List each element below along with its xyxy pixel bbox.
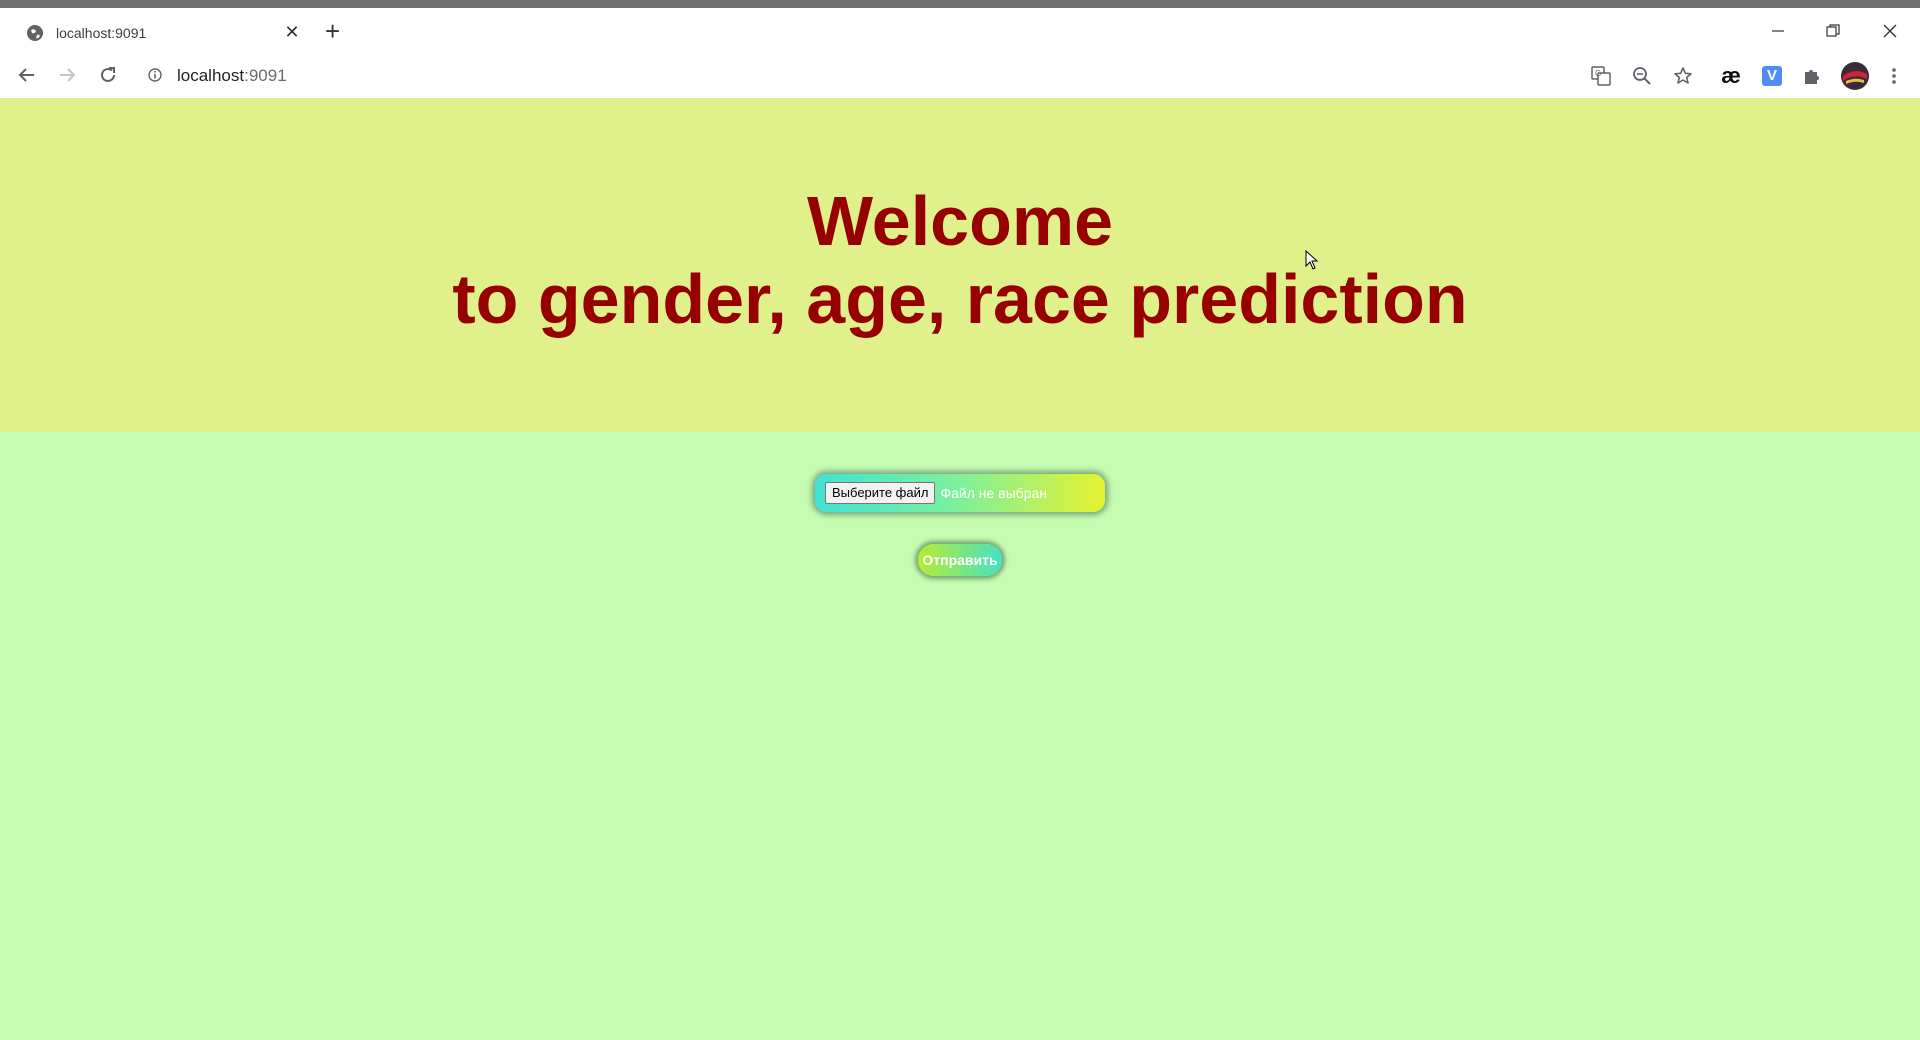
choose-file-button[interactable]: Выберите файл (825, 482, 936, 504)
reload-icon (101, 67, 115, 82)
mouse-cursor-icon (1305, 250, 1319, 270)
tab-bar: localhost:9091 ✕ + (0, 8, 1920, 53)
v-extension-icon[interactable]: V (1760, 64, 1784, 88)
reload-button[interactable] (94, 63, 122, 87)
restore-window-button[interactable] (1813, 16, 1853, 46)
title-line-2: to gender, age, race prediction (452, 260, 1468, 338)
site-info-icon[interactable] (148, 68, 162, 82)
globe-icon (27, 24, 43, 41)
title-line-1: Welcome (806, 182, 1114, 260)
upload-section: Выберите файл Файл не выбран Отправить (0, 432, 1920, 1040)
file-status-text: Файл не выбран (940, 485, 1048, 501)
profile-avatar[interactable] (1840, 61, 1870, 91)
v-extension-badge: V (1762, 66, 1782, 86)
menu-kebab-icon[interactable] (1882, 64, 1906, 88)
url-port: :9091 (244, 66, 287, 85)
back-arrow-icon (18, 68, 34, 82)
tab-close-icon[interactable]: ✕ (280, 22, 304, 43)
tab-title: localhost:9091 (56, 24, 147, 41)
ae-extension-icon[interactable]: æ (1719, 63, 1743, 88)
file-input[interactable]: Выберите файл Файл не выбран (815, 474, 1105, 512)
zoom-icon[interactable] (1630, 64, 1654, 88)
new-tab-button[interactable]: + (325, 18, 340, 44)
browser-tab[interactable]: localhost:9091 ✕ (10, 12, 310, 53)
svg-text:G: G (1595, 69, 1601, 78)
restore-icon (1826, 24, 1840, 37)
forward-button[interactable] (53, 63, 81, 87)
address-bar[interactable]: localhost:9091 (177, 66, 287, 86)
forward-arrow-icon (60, 68, 76, 82)
bookmark-star-icon[interactable] (1671, 64, 1695, 88)
window-top-strip (0, 0, 1920, 8)
translate-icon[interactable]: G (1589, 64, 1613, 88)
submit-button[interactable]: Отправить (918, 544, 1002, 576)
close-window-button[interactable] (1870, 16, 1910, 46)
hero-header: Welcome to gender, age, race prediction (0, 98, 1920, 432)
page-title: Welcome to gender, age, race prediction (0, 98, 1920, 338)
browser-toolbar: localhost:9091 G æ V (0, 53, 1920, 99)
url-host: localhost (177, 66, 245, 85)
minimize-window-button[interactable] (1758, 16, 1798, 46)
extensions-puzzle-icon[interactable] (1800, 64, 1824, 88)
back-button[interactable] (13, 63, 41, 87)
minimize-icon (1772, 30, 1784, 32)
close-icon (1883, 24, 1897, 38)
